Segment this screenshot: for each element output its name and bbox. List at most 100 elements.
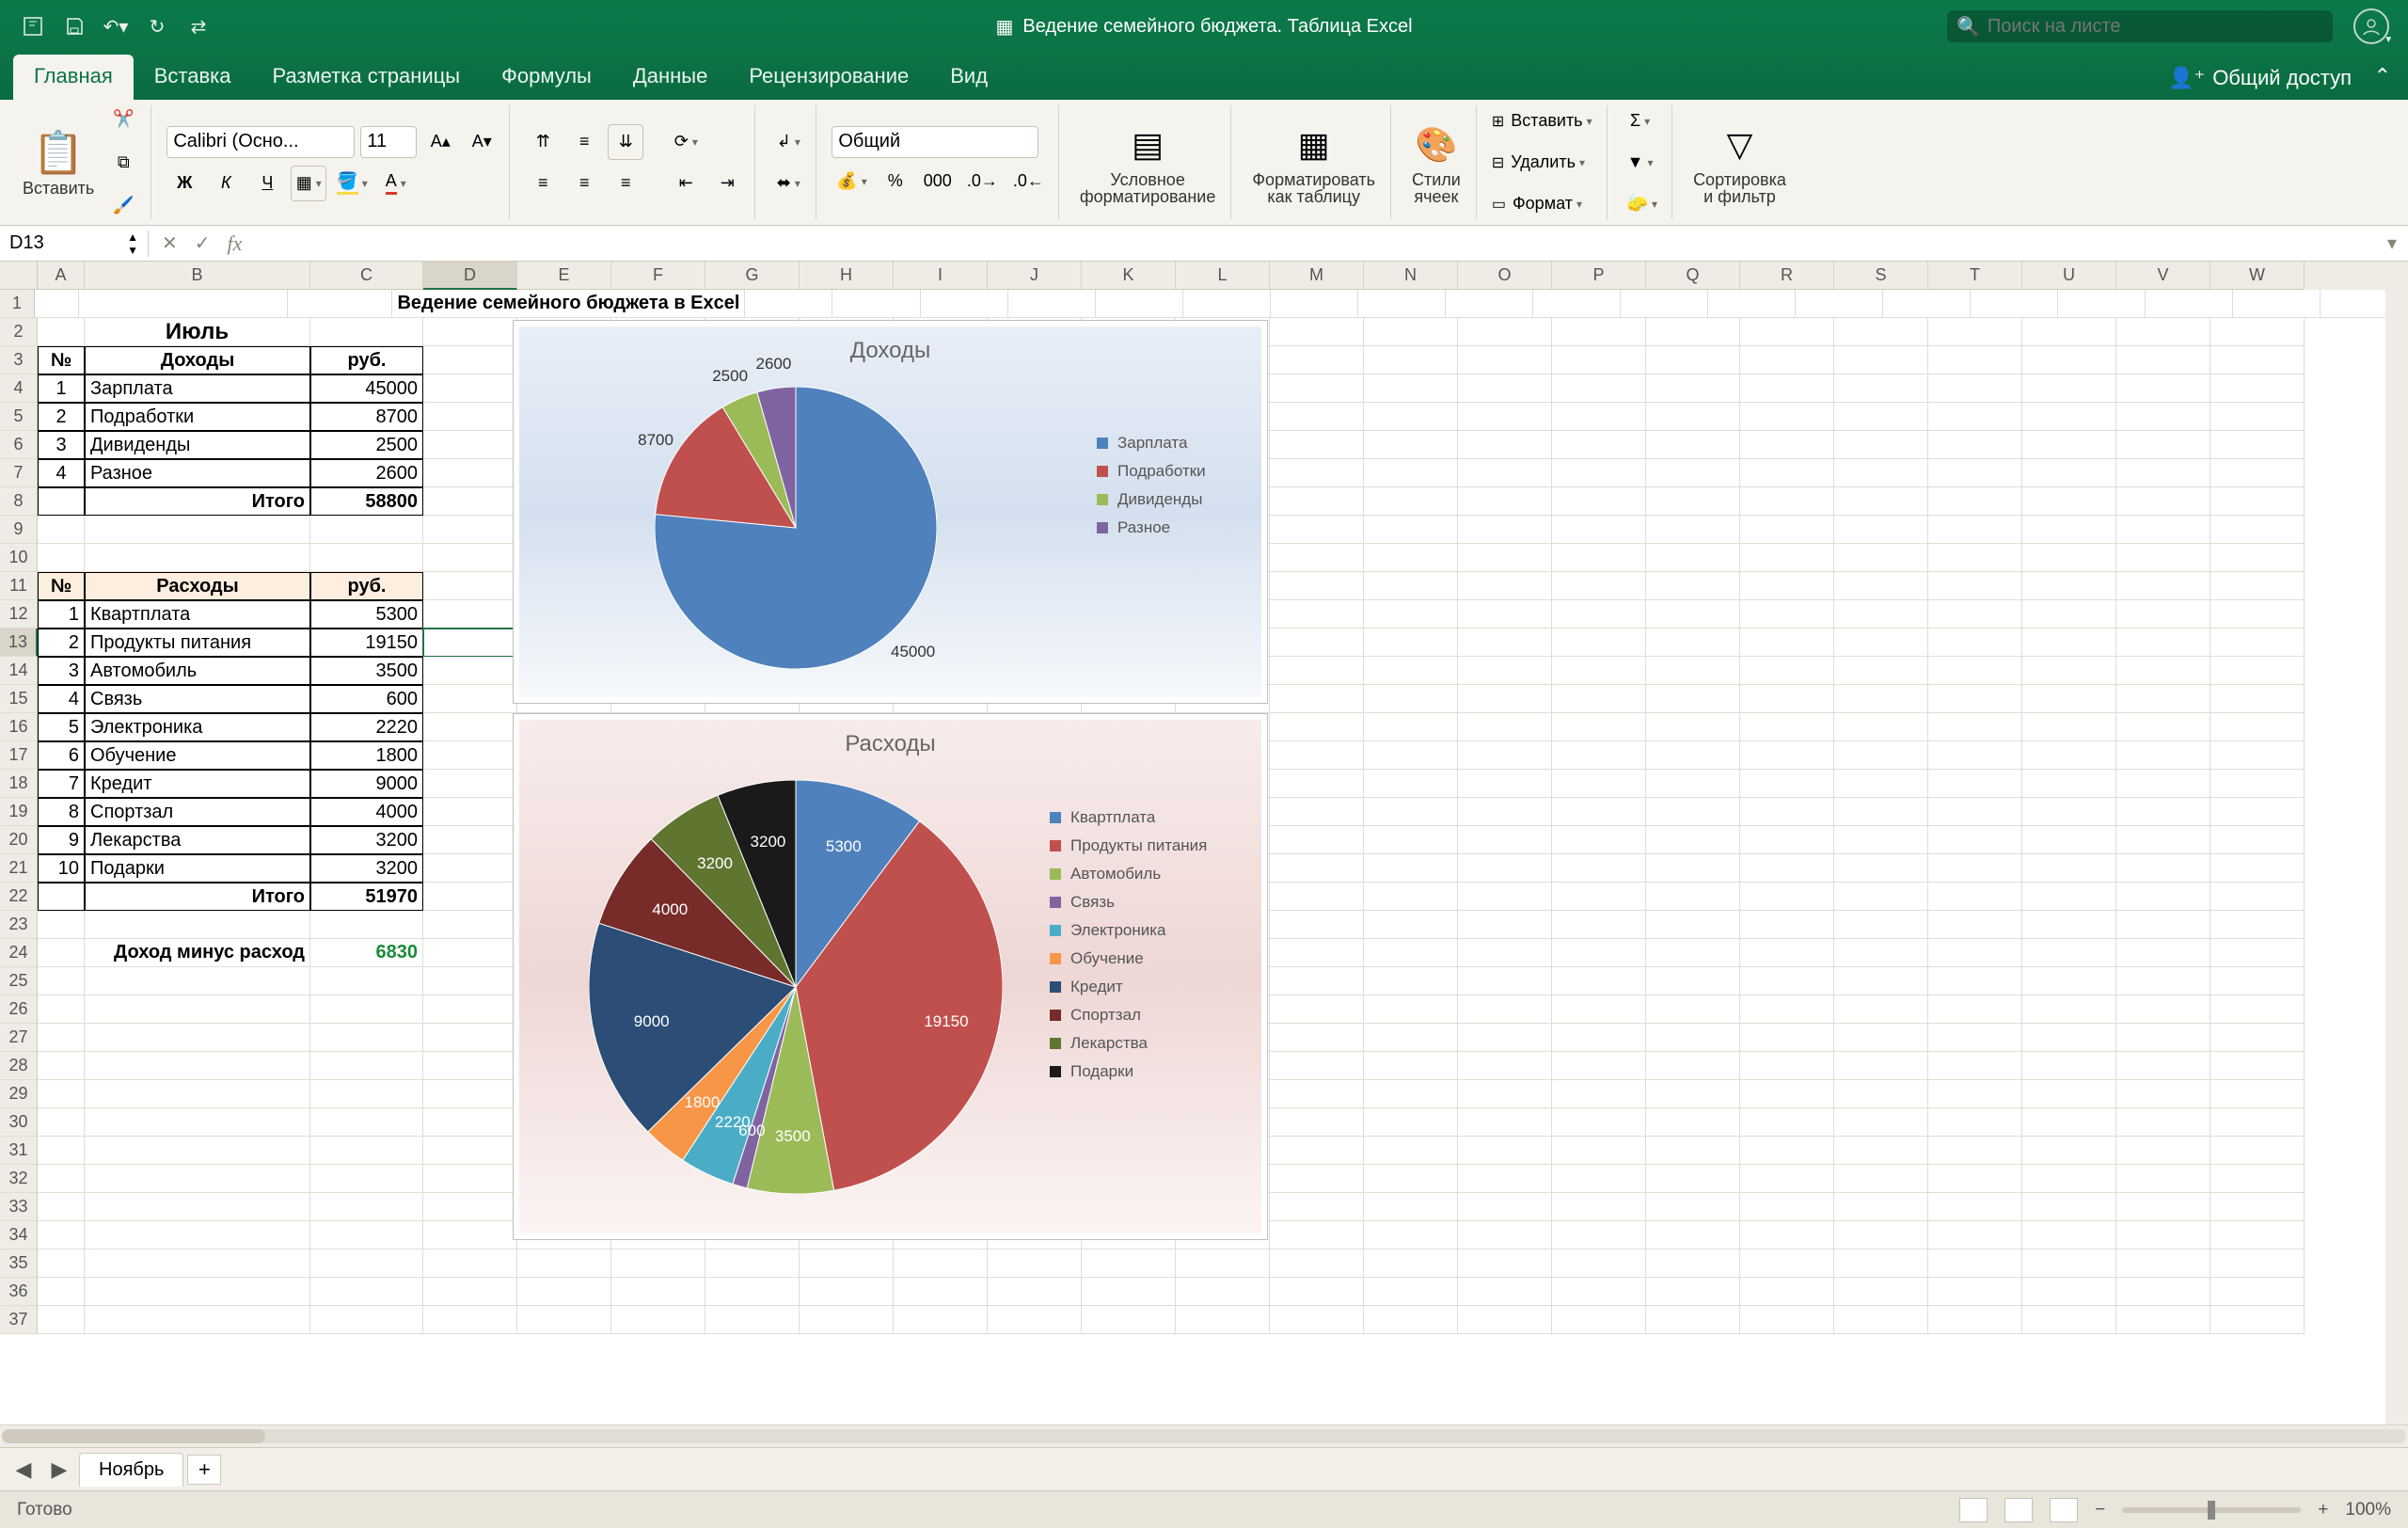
cell[interactable]	[1646, 854, 1740, 883]
increase-indent-icon[interactable]: ⇥	[709, 166, 745, 201]
cell[interactable]: Июль	[85, 318, 310, 346]
cell[interactable]	[1364, 939, 1458, 967]
row-header[interactable]: 30	[0, 1108, 38, 1137]
cell[interactable]	[2116, 995, 2210, 1024]
cell[interactable]	[310, 318, 423, 346]
cell[interactable]: 7	[38, 770, 85, 798]
column-header[interactable]: F	[611, 262, 705, 290]
cell[interactable]	[1364, 826, 1458, 854]
cell[interactable]	[2022, 1221, 2116, 1249]
cell[interactable]	[1928, 629, 2022, 657]
cell[interactable]	[2022, 1249, 2116, 1278]
cell[interactable]	[1834, 883, 1928, 911]
cell[interactable]	[1176, 1249, 1270, 1278]
currency-icon[interactable]: 💰	[832, 164, 871, 199]
row-header[interactable]: 18	[0, 770, 38, 798]
cell[interactable]	[1364, 713, 1458, 741]
cell[interactable]	[2116, 346, 2210, 374]
cell[interactable]	[1176, 1278, 1270, 1306]
cell[interactable]	[2116, 939, 2210, 967]
name-box[interactable]: ▲▼	[0, 231, 149, 257]
cell[interactable]	[1458, 600, 1552, 629]
cell[interactable]	[1458, 516, 1552, 544]
cell[interactable]	[1270, 741, 1364, 770]
cell[interactable]	[38, 318, 85, 346]
row-header[interactable]: 31	[0, 1137, 38, 1165]
cell[interactable]	[2116, 967, 2210, 995]
cell[interactable]	[2210, 1165, 2305, 1193]
cell[interactable]	[1364, 629, 1458, 657]
column-header[interactable]: N	[1364, 262, 1458, 290]
row-header[interactable]: 5	[0, 403, 38, 431]
cell[interactable]	[1928, 1221, 2022, 1249]
cell[interactable]	[38, 1165, 85, 1193]
cell[interactable]	[2022, 911, 2116, 939]
enter-formula-icon[interactable]: ✓	[195, 231, 211, 255]
cell[interactable]	[1364, 685, 1458, 713]
cell[interactable]	[38, 883, 85, 911]
cell[interactable]	[1708, 290, 1796, 318]
cell[interactable]	[1834, 995, 1928, 1024]
column-header[interactable]: W	[2210, 262, 2305, 290]
column-header[interactable]: G	[705, 262, 800, 290]
cell[interactable]	[1552, 1221, 1646, 1249]
cell[interactable]	[1270, 374, 1364, 403]
column-header[interactable]: L	[1176, 262, 1270, 290]
cell[interactable]	[1552, 600, 1646, 629]
cell[interactable]	[1552, 1306, 1646, 1334]
cell[interactable]	[1740, 826, 1834, 854]
cell[interactable]	[1270, 1024, 1364, 1052]
cancel-formula-icon[interactable]: ✕	[162, 231, 178, 255]
fill-icon[interactable]: ▼	[1623, 145, 1658, 181]
cell[interactable]	[1270, 685, 1364, 713]
cell[interactable]	[38, 911, 85, 939]
cell[interactable]	[1646, 487, 1740, 516]
row-header[interactable]: 14	[0, 657, 38, 685]
cell[interactable]	[2210, 318, 2305, 346]
cell[interactable]	[2022, 374, 2116, 403]
cell[interactable]	[2116, 1108, 2210, 1137]
cell[interactable]: Подработки	[85, 403, 310, 431]
cell[interactable]	[2116, 713, 2210, 741]
cell[interactable]: Обучение	[85, 741, 310, 770]
cell[interactable]	[1646, 1278, 1740, 1306]
column-header[interactable]: T	[1928, 262, 2022, 290]
cell[interactable]	[1646, 770, 1740, 798]
cell[interactable]	[2146, 290, 2233, 318]
cell[interactable]	[38, 1278, 85, 1306]
cell[interactable]	[2116, 544, 2210, 572]
row-header[interactable]: 22	[0, 883, 38, 911]
cell[interactable]	[1740, 911, 1834, 939]
cell[interactable]	[1740, 516, 1834, 544]
cell[interactable]	[2116, 1024, 2210, 1052]
cell[interactable]	[1270, 1278, 1364, 1306]
cell[interactable]	[423, 1080, 517, 1108]
column-header[interactable]: M	[1270, 262, 1364, 290]
cell[interactable]	[38, 1137, 85, 1165]
cell[interactable]	[1364, 770, 1458, 798]
cell[interactable]	[1646, 629, 1740, 657]
cell[interactable]	[1270, 403, 1364, 431]
cell[interactable]: 10	[38, 854, 85, 883]
cell[interactable]	[1364, 798, 1458, 826]
cell[interactable]	[1552, 1137, 1646, 1165]
cell[interactable]	[1552, 854, 1646, 883]
cell[interactable]	[2116, 403, 2210, 431]
cell[interactable]	[1270, 713, 1364, 741]
cell[interactable]	[1646, 1052, 1740, 1080]
cell[interactable]	[1740, 1193, 1834, 1221]
cell[interactable]	[1834, 713, 1928, 741]
cell[interactable]	[2116, 1052, 2210, 1080]
cell[interactable]	[611, 1278, 705, 1306]
cell[interactable]	[1458, 572, 1552, 600]
cell[interactable]	[85, 1193, 310, 1221]
cell[interactable]	[423, 516, 517, 544]
align-bottom-icon[interactable]: ⇊	[608, 124, 643, 160]
cell[interactable]	[2022, 1108, 2116, 1137]
search-input[interactable]	[1988, 16, 2323, 38]
cell[interactable]	[1364, 741, 1458, 770]
cell[interactable]	[2022, 967, 2116, 995]
align-center-icon[interactable]: ≡	[566, 166, 602, 201]
cell[interactable]	[1364, 911, 1458, 939]
fx-icon[interactable]: fx	[228, 231, 243, 256]
